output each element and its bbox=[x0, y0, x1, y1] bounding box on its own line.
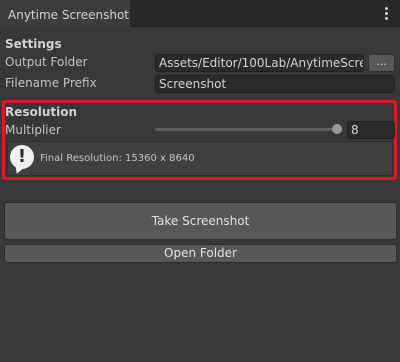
filename-prefix-field[interactable]: Screenshot bbox=[155, 75, 395, 93]
open-folder-button[interactable]: Open Folder bbox=[4, 244, 397, 263]
browse-folder-button[interactable]: ... bbox=[368, 54, 395, 72]
kebab-menu-icon[interactable] bbox=[378, 4, 394, 22]
multiplier-label: Multiplier bbox=[5, 123, 61, 137]
output-folder-label: Output Folder bbox=[5, 55, 88, 69]
tab-title: Anytime Screenshot bbox=[8, 8, 130, 22]
resolution-title: Resolution bbox=[5, 105, 78, 119]
tab-anytime-screenshot[interactable]: Anytime Screenshot bbox=[0, 0, 130, 28]
output-folder-field[interactable]: Assets/Editor/100Lab/AnytimeScree bbox=[155, 54, 364, 72]
settings-title: Settings bbox=[5, 37, 62, 51]
multiplier-slider-thumb[interactable] bbox=[332, 124, 342, 134]
multiplier-value-field[interactable]: 8 bbox=[347, 121, 395, 139]
take-screenshot-button[interactable]: Take Screenshot bbox=[4, 202, 397, 240]
filename-prefix-label: Filename Prefix bbox=[5, 76, 97, 90]
exclamation-info-icon: ! bbox=[10, 145, 34, 169]
multiplier-slider-track[interactable] bbox=[155, 128, 338, 131]
final-resolution-text: Final Resolution: 15360 x 8640 bbox=[40, 153, 195, 164]
